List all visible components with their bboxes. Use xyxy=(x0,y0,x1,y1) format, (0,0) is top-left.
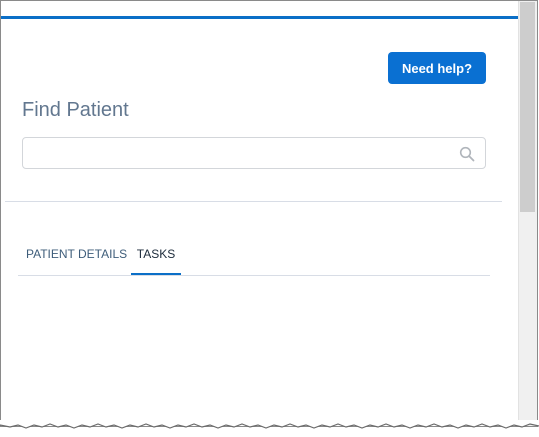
search-box xyxy=(22,137,486,169)
need-help-button[interactable]: Need help? xyxy=(388,52,486,84)
page-title: Find Patient xyxy=(22,99,129,121)
section-divider xyxy=(5,201,502,202)
tab-bar: PATIENT DETAILS TASKS xyxy=(18,239,490,276)
tab-tasks[interactable]: TASKS xyxy=(131,239,181,275)
search-icon[interactable] xyxy=(459,146,475,162)
search-input[interactable] xyxy=(31,138,451,168)
accent-bar xyxy=(1,16,518,19)
torn-edge-decoration xyxy=(0,420,539,429)
scrollbar-thumb[interactable] xyxy=(520,2,535,212)
tab-patient-details[interactable]: PATIENT DETAILS xyxy=(26,239,127,275)
app-window: Need help? Find Patient PATIENT DETAILS … xyxy=(0,0,538,427)
vertical-scrollbar[interactable] xyxy=(518,1,537,426)
